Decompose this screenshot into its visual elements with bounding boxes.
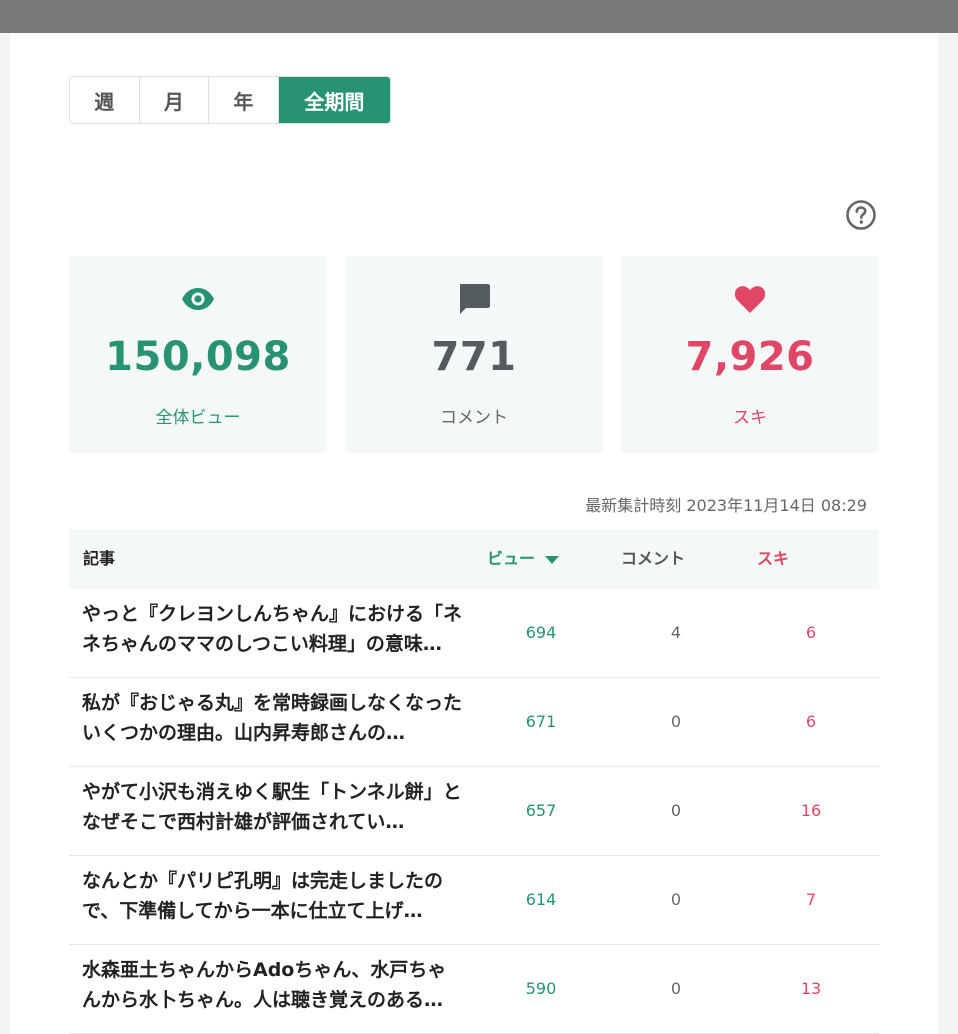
stat-card-views: 150,098 全体ビュー: [69, 256, 327, 453]
stat-card-likes: 7,926 スキ: [621, 256, 879, 453]
row-likes: 13: [800, 979, 822, 998]
table-row: 私が『おじゃる丸』を常時録画しなくなったいくつかの理由。山内昇寿郎さんの… 67…: [69, 678, 879, 767]
table-row: やがて小沢も消えゆく駅生「トンネル餅」となぜそこで西村計雄が評価されてい… 65…: [69, 767, 879, 856]
table-row: やっと『クレヨンしんちゃん』における「ネネちゃんのママのしつこい料理」の意味… …: [69, 589, 879, 678]
row-views: 614: [525, 890, 557, 909]
header-views-sort[interactable]: ビュー: [487, 529, 560, 589]
articles-table: 記事 ビュー コメント スキ やっと『クレヨンしんちゃん』における「ネネちゃんの…: [69, 529, 879, 1034]
table-header: 記事 ビュー コメント スキ: [69, 529, 879, 589]
table-row: なんとか『パリピ孔明』は完走しましたので、下準備してから一本に仕立て上げ… 61…: [69, 856, 879, 945]
row-views: 671: [525, 712, 557, 731]
row-comments: 0: [670, 979, 682, 998]
comment-icon: [460, 284, 490, 314]
views-total: 150,098: [105, 334, 291, 380]
row-comments: 0: [670, 890, 682, 909]
header-views-label: ビュー: [487, 549, 536, 568]
tab-all-time[interactable]: 全期間: [278, 77, 390, 123]
views-label: 全体ビュー: [155, 408, 241, 428]
likes-label: スキ: [733, 408, 767, 428]
sort-desc-icon: [545, 555, 560, 564]
row-views: 694: [525, 623, 557, 642]
row-views: 657: [525, 801, 557, 820]
header-article: 記事: [83, 549, 116, 568]
row-likes: 16: [800, 801, 822, 820]
likes-total: 7,926: [685, 334, 815, 380]
comments-label: コメント: [440, 408, 508, 428]
last-updated-time: 最新集計時刻 2023年11月14日 08:29: [585, 496, 867, 515]
tab-month[interactable]: 月: [140, 77, 210, 123]
tab-year[interactable]: 年: [209, 77, 279, 123]
stat-card-comments: 771 コメント: [345, 256, 603, 453]
period-tabs: 週 月 年 全期間: [69, 76, 391, 124]
row-comments: 0: [670, 801, 682, 820]
row-likes: 7: [805, 890, 817, 909]
article-title-link[interactable]: 水森亜土ちゃんからAdoちゃん、水戸ちゃんから水卜ちゃん。人は聴き覚えのある…: [82, 955, 462, 1015]
header-comments-sort[interactable]: コメント: [621, 529, 685, 589]
table-row: 水森亜土ちゃんからAdoちゃん、水戸ちゃんから水卜ちゃん。人は聴き覚えのある… …: [69, 945, 879, 1034]
tab-week[interactable]: 週: [70, 77, 140, 123]
article-title-link[interactable]: なんとか『パリピ孔明』は完走しましたので、下準備してから一本に仕立て上げ…: [82, 866, 462, 926]
article-title-link[interactable]: やがて小沢も消えゆく駅生「トンネル餅」となぜそこで西村計雄が評価されてい…: [82, 777, 462, 837]
row-likes: 6: [805, 623, 817, 642]
article-title-link[interactable]: 私が『おじゃる丸』を常時録画しなくなったいくつかの理由。山内昇寿郎さんの…: [82, 688, 462, 748]
article-title-link[interactable]: やっと『クレヨンしんちゃん』における「ネネちゃんのママのしつこい料理」の意味…: [82, 599, 462, 659]
comments-total: 771: [431, 334, 517, 380]
help-icon[interactable]: [845, 199, 877, 231]
row-comments: 4: [670, 623, 682, 642]
row-comments: 0: [670, 712, 682, 731]
heart-icon: [734, 286, 766, 313]
row-likes: 6: [805, 712, 817, 731]
eye-icon: [182, 288, 214, 310]
row-views: 590: [525, 979, 557, 998]
header-likes-sort[interactable]: スキ: [757, 529, 789, 589]
top-bar: [0, 0, 958, 33]
